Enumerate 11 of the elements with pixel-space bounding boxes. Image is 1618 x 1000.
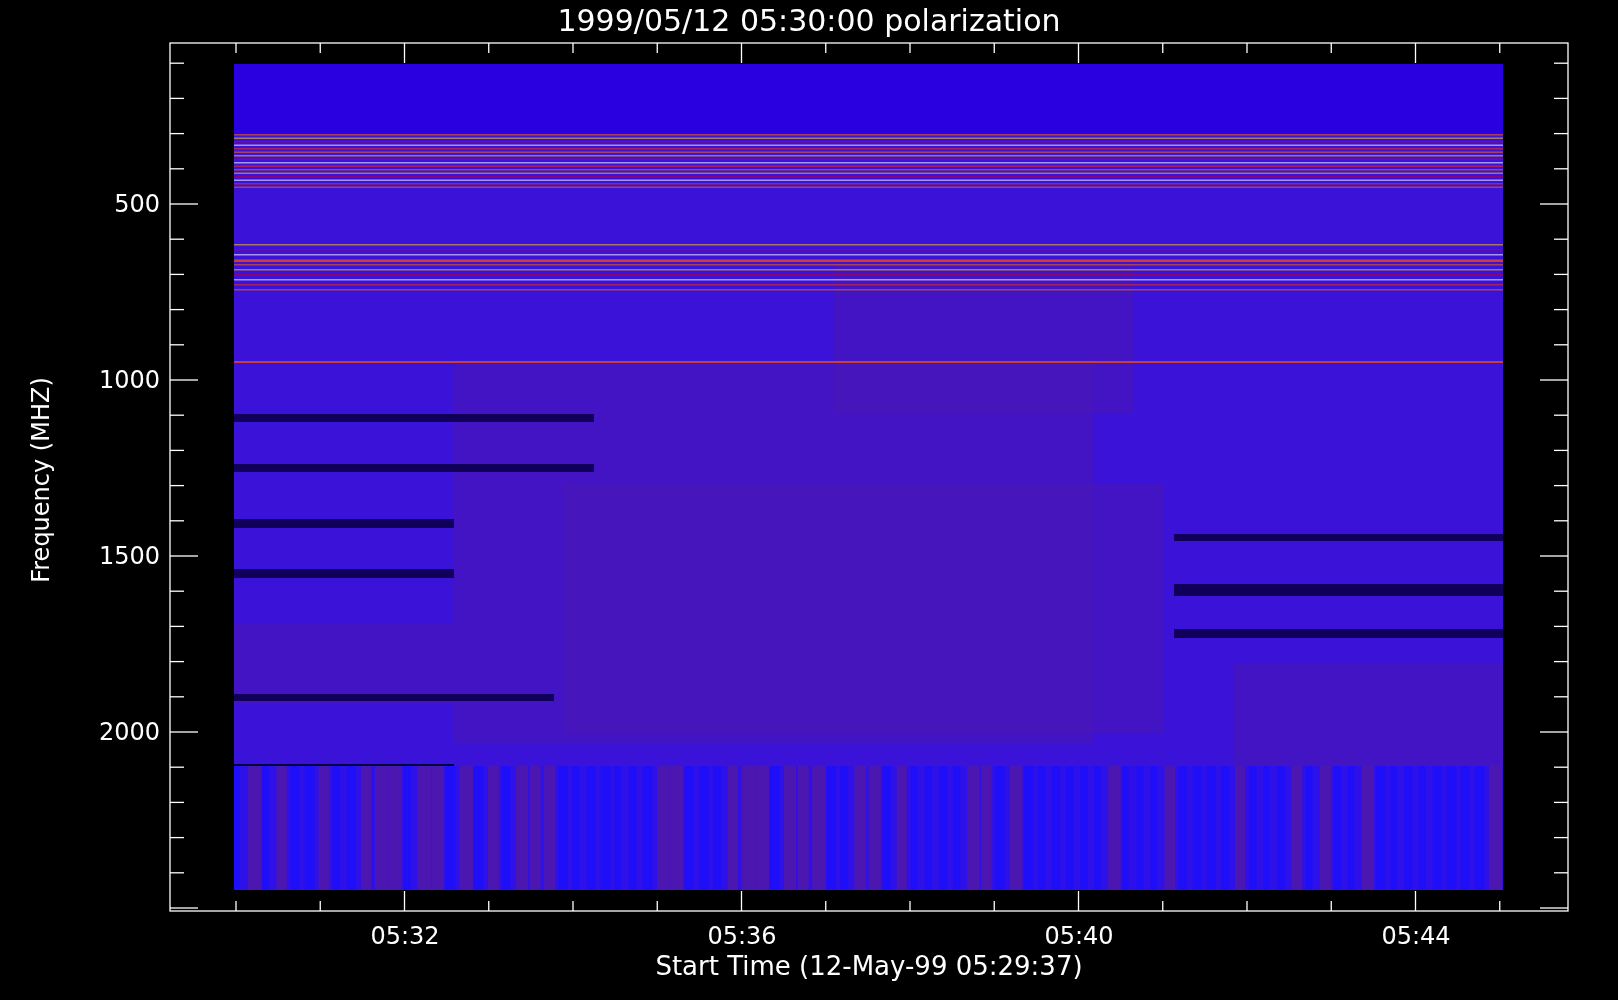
- y-tick-label: 500: [113, 190, 160, 218]
- y-tick-label: 1500: [97, 542, 160, 570]
- y-axis-label: Frequency (MHZ): [26, 377, 56, 583]
- y-tick-label: 1000: [97, 366, 160, 394]
- plot-title: 1999/05/12 05:30:00 polarization: [556, 2, 1062, 40]
- x-tick-label: 05:36: [706, 922, 778, 950]
- x-tick-label: 05:40: [1043, 922, 1115, 950]
- x-axis-label: Start Time (12-May-99 05:29:37): [654, 950, 1084, 982]
- y-tick-label: 2000: [97, 718, 160, 746]
- x-tick-label: 05:44: [1380, 922, 1452, 950]
- x-tick-label: 05:32: [369, 922, 441, 950]
